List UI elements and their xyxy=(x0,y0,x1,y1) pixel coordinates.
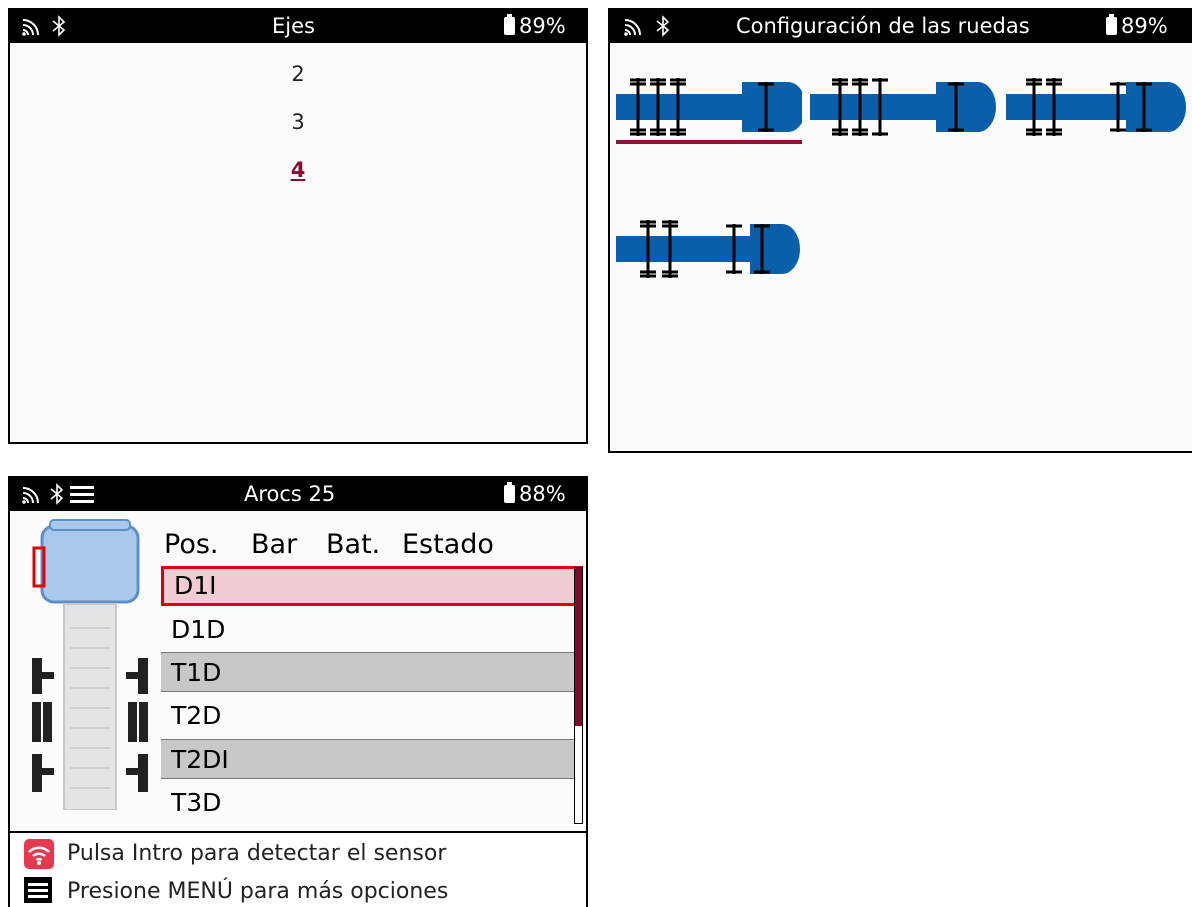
battery-icon xyxy=(504,14,515,35)
table-row[interactable]: T2DI xyxy=(161,739,583,779)
axle-option-4-selected[interactable]: 4 xyxy=(10,158,586,182)
battery-indicator: 89% xyxy=(1106,14,1168,38)
bluetooth-icon xyxy=(656,15,670,37)
table-row[interactable]: T2D xyxy=(161,696,583,736)
wheel-config-option-4[interactable] xyxy=(616,216,802,282)
signal-icon xyxy=(624,19,641,36)
battery-icon xyxy=(504,482,515,503)
wheel-config-option-2[interactable] xyxy=(810,74,996,140)
column-header-bat: Bat. xyxy=(326,529,381,560)
scrollbar[interactable] xyxy=(574,567,583,824)
hints-footer: Pulsa Intro para detectar el sensor Pres… xyxy=(10,831,586,907)
menu-icon[interactable] xyxy=(70,485,94,505)
menu-icon xyxy=(24,877,52,903)
hint-detect-sensor: Pulsa Intro para detectar el sensor xyxy=(67,841,447,866)
signal-icon xyxy=(22,487,39,504)
table-row-selected[interactable]: D1I xyxy=(161,566,583,606)
vehicle-screen: Arocs 25 88% Pos. Bar Bat. Estado D1I D1… xyxy=(8,476,588,907)
screen-title: Ejes xyxy=(272,14,315,38)
table-row[interactable]: T1D xyxy=(161,652,583,692)
hint-menu-options: Presione MENÚ para más opciones xyxy=(67,879,449,904)
axles-screen: Ejes 89% 2 3 4 xyxy=(8,8,588,444)
bluetooth-icon xyxy=(50,483,64,505)
status-bar: Arocs 25 88% xyxy=(10,478,586,511)
battery-icon xyxy=(1106,14,1117,35)
wheel-config-screen: Configuración de las ruedas 89% xyxy=(608,8,1192,453)
status-bar: Ejes 89% xyxy=(10,10,586,43)
battery-indicator: 89% xyxy=(504,14,566,38)
wheel-config-option-1[interactable] xyxy=(616,74,802,140)
status-bar: Configuración de las ruedas 89% xyxy=(610,10,1192,43)
screen-title: Configuración de las ruedas xyxy=(736,14,1030,38)
battery-indicator: 88% xyxy=(504,482,566,506)
table-row[interactable]: D1D xyxy=(161,610,583,650)
wheel-config-option-3[interactable] xyxy=(1006,74,1192,140)
axle-option-2[interactable]: 2 xyxy=(10,62,586,86)
sensor-detect-icon xyxy=(24,839,54,869)
selection-underline xyxy=(616,140,802,144)
column-header-bar: Bar xyxy=(251,529,298,560)
scrollbar-thumb[interactable] xyxy=(575,568,582,726)
signal-icon xyxy=(22,19,39,36)
screen-title: Arocs 25 xyxy=(244,482,336,506)
column-header-estado: Estado xyxy=(402,529,494,560)
truck-diagram xyxy=(32,519,148,810)
column-header-pos: Pos. xyxy=(164,529,219,560)
table-row[interactable]: T3D xyxy=(161,783,583,823)
axle-option-3[interactable]: 3 xyxy=(10,110,586,134)
bluetooth-icon xyxy=(52,15,66,37)
